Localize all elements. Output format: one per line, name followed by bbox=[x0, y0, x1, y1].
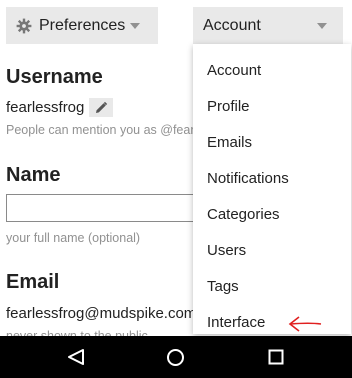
preferences-button[interactable]: Preferences bbox=[6, 7, 158, 44]
name-hint: your full name (optional) bbox=[6, 231, 141, 245]
annotation-arrow-icon bbox=[288, 316, 322, 332]
recents-icon[interactable] bbox=[268, 349, 284, 365]
menu-item-notifications[interactable]: Notifications bbox=[207, 170, 289, 187]
email-heading: Email bbox=[6, 271, 60, 293]
name-input[interactable] bbox=[6, 194, 206, 222]
account-select[interactable]: Account bbox=[193, 7, 343, 44]
edit-username-button[interactable] bbox=[89, 98, 113, 117]
menu-item-profile[interactable]: Profile bbox=[207, 98, 250, 115]
menu-item-tags[interactable]: Tags bbox=[207, 278, 239, 295]
account-select-label: Account bbox=[203, 16, 261, 34]
home-icon[interactable] bbox=[166, 348, 185, 367]
username-heading: Username bbox=[6, 66, 103, 88]
chevron-down-icon bbox=[317, 23, 327, 29]
account-dropdown-menu: Account Profile Emails Notifications Cat… bbox=[193, 44, 351, 334]
name-heading: Name bbox=[6, 164, 61, 186]
username-value: fearlessfrog bbox=[6, 99, 85, 116]
preferences-label: Preferences bbox=[39, 16, 126, 34]
email-value: fearlessfrog@mudspike.com bbox=[6, 305, 197, 322]
gear-icon bbox=[16, 18, 32, 34]
menu-item-interface[interactable]: Interface bbox=[207, 314, 265, 331]
pencil-icon bbox=[96, 101, 108, 113]
menu-item-users[interactable]: Users bbox=[207, 242, 246, 259]
menu-item-emails[interactable]: Emails bbox=[207, 134, 252, 151]
menu-item-categories[interactable]: Categories bbox=[207, 206, 280, 223]
back-icon[interactable] bbox=[66, 348, 86, 366]
chevron-down-icon bbox=[130, 23, 140, 29]
android-nav-bar bbox=[0, 336, 352, 378]
menu-item-account[interactable]: Account bbox=[207, 62, 261, 79]
